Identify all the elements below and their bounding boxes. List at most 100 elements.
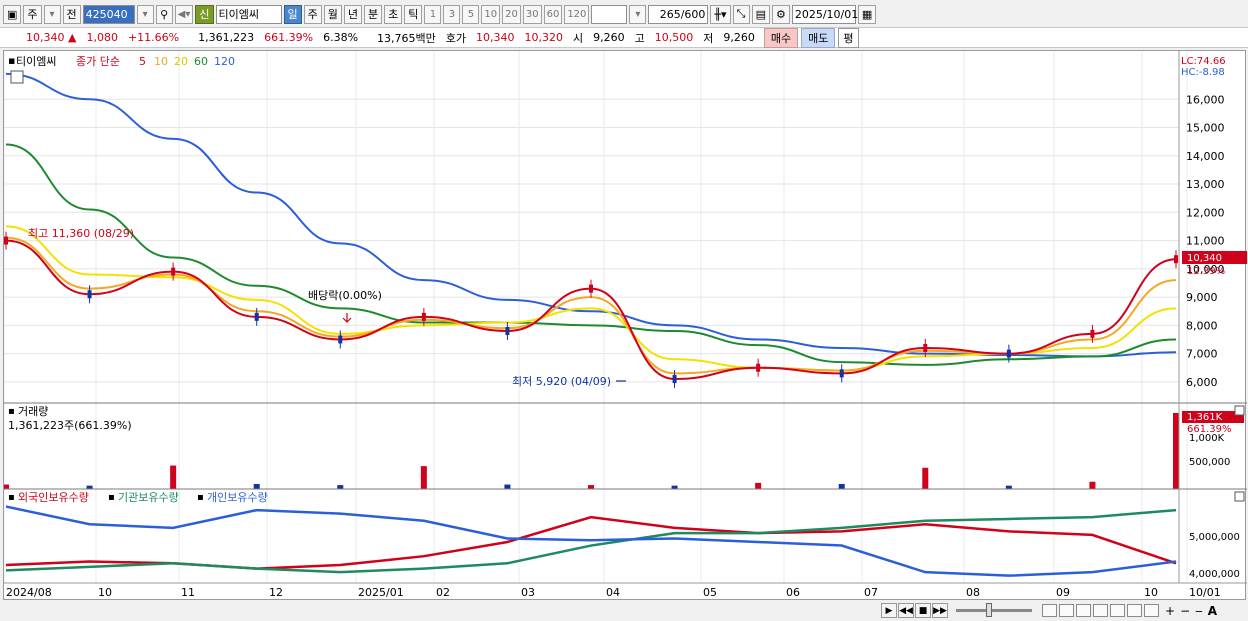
x-axis-tick-label: 2025/01	[358, 586, 404, 599]
bid-price: 10,320	[524, 31, 564, 44]
open-label: 시	[573, 31, 584, 45]
price-change-pct: +11.66%	[127, 31, 180, 44]
buy-button[interactable]: 매수	[763, 27, 799, 48]
lc-label: LC:74.66	[1181, 56, 1226, 67]
search-icon[interactable]: ⚲	[155, 4, 173, 24]
period-second[interactable]: 초	[384, 4, 403, 24]
volume-bar	[170, 465, 177, 489]
x-axis-tick-label: 10	[1144, 586, 1158, 599]
prev-button[interactable]: 전	[62, 4, 81, 24]
tick-1-button[interactable]: 1	[424, 4, 442, 24]
zoom-slider-handle[interactable]	[986, 603, 992, 617]
tool-icon-c[interactable]	[1127, 604, 1142, 617]
tick-120-button[interactable]: 120	[564, 4, 590, 24]
volume-bar	[1173, 413, 1179, 489]
open-price: 9,260	[593, 31, 625, 44]
date-x-axis: 2024/08 10 11 12 2025/01 02 03 04 05 06 07 08 09 10 10…	[6, 586, 1221, 599]
compare-icon[interactable]	[1059, 604, 1074, 617]
period-month[interactable]: 월	[323, 4, 342, 24]
chart-svg[interactable]: 16,00015,00014,00013,00012,00011,00010,0…	[3, 51, 1247, 601]
data-count-field[interactable]: 265/600	[648, 4, 709, 24]
x-axis-tick-label: 03	[521, 586, 535, 599]
stock-name-field[interactable]: 티이엠씨	[215, 4, 282, 24]
rewind-icon[interactable]: ◀◀	[898, 603, 914, 618]
custom-tick-dropdown-icon[interactable]: ▾	[629, 4, 647, 24]
volume-bar	[3, 484, 9, 489]
period-tick[interactable]: 틱	[404, 4, 423, 24]
ma-prefix: 종가 단순	[76, 55, 120, 68]
period-year[interactable]: 년	[343, 4, 362, 24]
tick-60-button[interactable]: 60	[543, 4, 563, 24]
current-price: 10,340 ▲	[0, 31, 81, 44]
dividend-arrow-icon	[342, 313, 352, 323]
y-axis-tick-label: 16,000	[1186, 93, 1225, 106]
stop-icon[interactable]: ■	[915, 603, 931, 618]
stock-code-input[interactable]: 425040	[82, 4, 135, 24]
high-annotation: 최고 11,360 (08/29)	[28, 227, 134, 240]
tick-3-button[interactable]: 3	[443, 4, 461, 24]
x-axis-tick-label: 11	[181, 586, 195, 599]
zoom-out-icon[interactable]: −	[1180, 604, 1190, 618]
volume-tag-value: 1,361K	[1187, 412, 1223, 423]
tool-icon-b[interactable]	[1110, 604, 1125, 617]
y-axis-tick-label: 14,000	[1186, 150, 1225, 163]
x-axis-tick-label: 05	[703, 586, 717, 599]
split-view-icon[interactable]	[1076, 604, 1091, 617]
zoom-slider[interactable]	[956, 603, 1032, 617]
tick-30-button[interactable]: 30	[522, 4, 542, 24]
ask-price: 10,340	[476, 31, 515, 44]
period-week[interactable]: 주	[303, 4, 322, 24]
turnover-rate: 6.38%	[323, 31, 359, 44]
settings-gear-icon[interactable]: ⚙	[771, 4, 790, 24]
candle-body	[756, 363, 761, 372]
tick-20-button[interactable]: 20	[502, 4, 521, 24]
sell-button[interactable]: 매도	[801, 27, 836, 48]
quote-bar: 10,340 ▲ 1,080 +11.66% 1,361,223 661.39%…	[0, 27, 1248, 48]
overlay-icon[interactable]	[1042, 604, 1057, 617]
period-minute[interactable]: 분	[364, 4, 383, 24]
reset-zoom-icon[interactable]: ‒	[1195, 604, 1203, 618]
y-axis-tick-label: 6,000	[1186, 376, 1218, 389]
x-axis-tick-label: 09	[1056, 586, 1070, 599]
code-dropdown-icon[interactable]: ▾	[136, 4, 154, 24]
ma-120-label: 120	[214, 55, 235, 68]
volume-bar	[504, 484, 511, 489]
legend-institution: 기관보유수량	[118, 491, 179, 504]
period-main-dropdown-icon[interactable]: ▾	[43, 4, 61, 24]
holding-close-icon[interactable]	[1234, 491, 1245, 502]
tick-10-button[interactable]: 10	[481, 4, 501, 24]
tool-icon-a[interactable]	[1093, 604, 1108, 617]
legend-individual: 개인보유수량	[207, 491, 268, 504]
hoga-label: 호가	[445, 31, 467, 45]
volume-bars	[3, 413, 1179, 489]
grid-toggle-icon[interactable]	[10, 70, 24, 84]
zoom-in-icon[interactable]: +	[1165, 604, 1175, 618]
period-day[interactable]: 일	[283, 4, 302, 24]
tick-5-button[interactable]: 5	[462, 4, 480, 24]
volume-axis-partial: 1,000K	[1189, 433, 1225, 444]
data-count: 265	[659, 7, 681, 21]
save-icon[interactable]: ▤	[751, 4, 770, 24]
custom-tick-input[interactable]	[591, 4, 628, 24]
chart-tools-icon[interactable]: ⤡	[732, 4, 750, 24]
trade-amount: 13,765백만	[377, 31, 436, 45]
ma-20-label: 20	[174, 55, 188, 68]
tool-icon-d[interactable]	[1144, 604, 1159, 617]
period-main-select[interactable]: 주	[23, 4, 42, 24]
candle-body	[254, 312, 259, 321]
dividend-annotation: 배당락(0.00%)	[308, 289, 382, 302]
holding-lines	[5, 505, 1177, 577]
volume-close-icon[interactable]	[1234, 405, 1245, 416]
x-axis-tick-label: 12	[269, 586, 283, 599]
fast-forward-icon[interactable]: ▶▶	[932, 603, 948, 618]
evaluate-button[interactable]: 평	[838, 27, 859, 48]
scroll-right-icon[interactable]: ▶	[881, 603, 897, 618]
date-input[interactable]: 2025/10/01	[791, 4, 858, 24]
layout-icon[interactable]: ▣	[3, 4, 22, 24]
calendar-icon[interactable]: ▦	[857, 4, 877, 24]
chart-area[interactable]: 16,000 15,000 14,000 13,000 12,000 11,000 10,0…	[3, 50, 1247, 601]
candle-type-icon[interactable]: ╫▾	[710, 4, 731, 24]
font-size-icon[interactable]: A	[1208, 604, 1217, 618]
volume-ratio: 661.39%	[264, 31, 314, 44]
speaker-icon[interactable]: ◀▾	[174, 4, 194, 24]
